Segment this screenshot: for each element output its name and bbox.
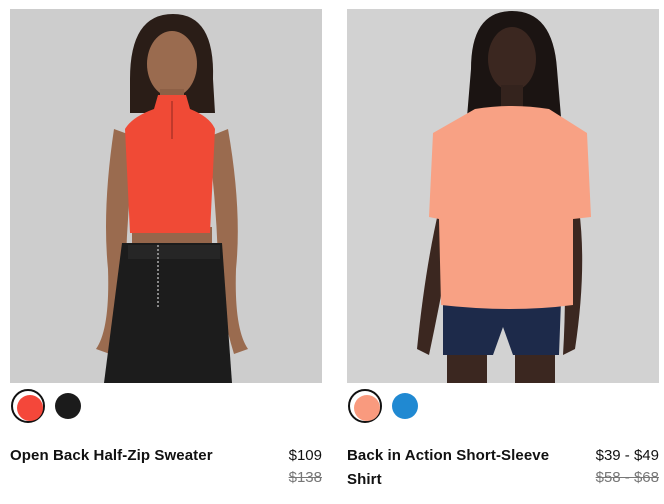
product-image[interactable] [347,9,659,383]
product-price: $109 [288,447,322,464]
swatch-color-dot [55,393,81,419]
color-swatch-blue[interactable] [388,389,422,423]
product-price: $39 - $49 [595,447,659,464]
swatch-color-dot [392,393,418,419]
product-name[interactable]: Back in Action Short-Sleeve Shirt [347,444,562,492]
swatch-color-dot [354,395,380,421]
color-swatch-red[interactable] [11,389,45,423]
color-swatch-black[interactable] [51,389,85,423]
product-original-price: $58 - $68 [595,469,659,486]
product-name[interactable]: Open Back Half-Zip Sweater [10,444,225,468]
swatch-color-dot [17,395,43,421]
color-swatch-coral[interactable] [348,389,382,423]
product-original-price: $138 [288,469,322,486]
product-image[interactable] [10,9,322,383]
